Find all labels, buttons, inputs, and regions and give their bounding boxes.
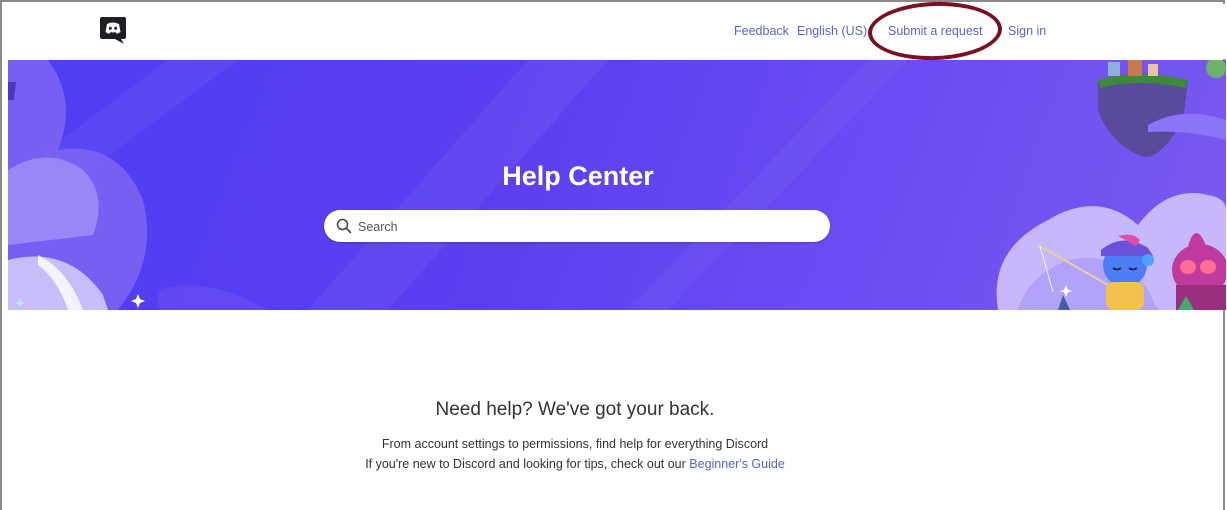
sparkle-icon [131,294,145,308]
hero-banner: Help Center [8,60,1226,310]
search-bar[interactable] [324,210,830,242]
language-selector[interactable]: English (US) [797,24,867,38]
tagline-heading: Need help? We've got your back. [435,399,715,420]
page-title: Help Center [502,161,654,191]
search-input[interactable] [356,216,820,238]
description-line-1: From account settings to permissions, fi… [381,437,769,451]
search-icon [336,218,352,234]
sign-in-link[interactable]: Sign in [1008,24,1046,38]
description-line-2-text: If you're new to Discord and looking for… [365,457,690,471]
discord-logo-icon[interactable] [99,15,127,45]
description-line-2: If you're new to Discord and looking for… [0,457,1150,471]
feedback-link[interactable]: Feedback [734,24,789,38]
beginners-guide-link[interactable]: Beginner's Guide [689,457,785,471]
